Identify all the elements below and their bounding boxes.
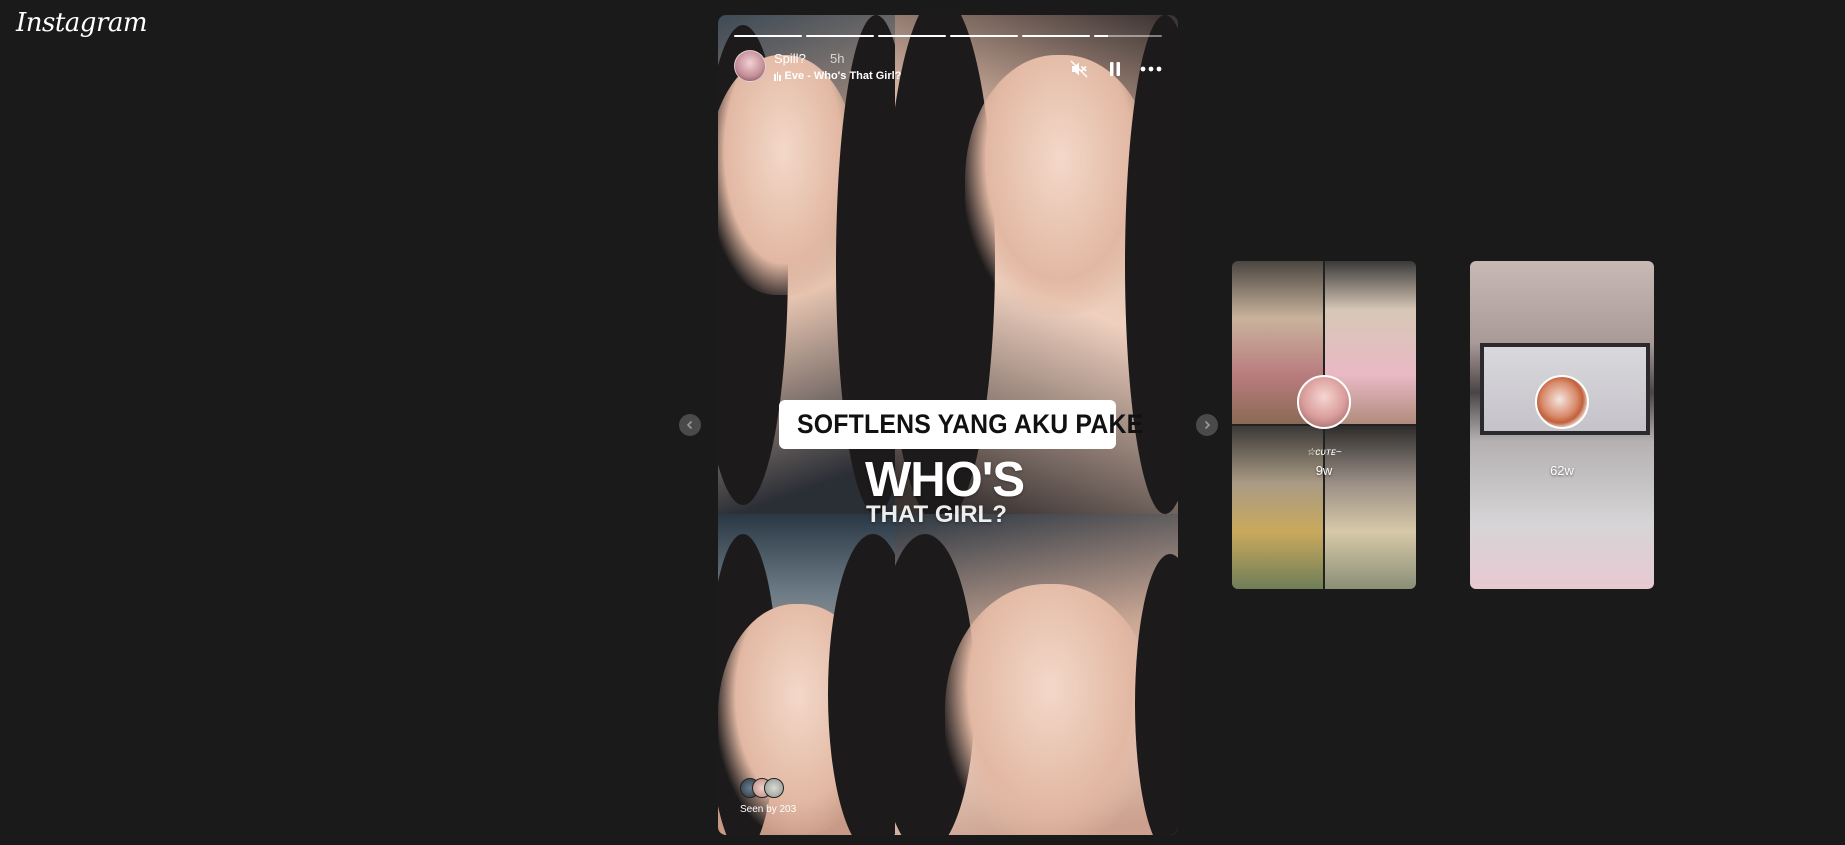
progress-segment [734, 35, 802, 37]
preview-timestamp: 62w [1550, 463, 1574, 478]
preview-timestamp: 9w [1315, 463, 1333, 478]
more-options-button[interactable] [1140, 58, 1162, 80]
overlay-title: WHO'S [865, 453, 1025, 507]
avatar[interactable] [734, 50, 766, 82]
speaker-muted-icon [1070, 60, 1088, 78]
instagram-logo[interactable]: Instagram [16, 8, 148, 38]
progress-segment [806, 35, 874, 37]
next-story-button[interactable] [1196, 414, 1218, 436]
story-viewer[interactable]: Spill? 5h Eve - Who's That Girl? SOFTLEN… [718, 15, 1178, 835]
story-controls [1068, 58, 1162, 80]
story-music[interactable]: Eve - Who's That Girl? [774, 70, 901, 82]
music-track-label: Eve - Who's That Girl? [784, 70, 902, 82]
progress-segment [878, 35, 946, 37]
progress-segment [1022, 35, 1090, 37]
next-story-preview-2[interactable]: 62w [1470, 261, 1654, 589]
chevron-right-icon [1204, 420, 1211, 430]
chevron-left-icon [686, 420, 693, 430]
story-viewers[interactable]: Seen by 203 [740, 778, 800, 815]
previous-story-button[interactable] [679, 414, 701, 436]
story-username[interactable]: Spill? [774, 51, 806, 66]
music-bars-icon [774, 71, 781, 81]
preview-sticker-text: ☆ᴄᴜᴛᴇ~ [1306, 447, 1342, 458]
story-photo-4 [895, 514, 1178, 835]
seen-by-count: Seen by 203 [740, 804, 797, 815]
viewer-avatars [740, 778, 800, 800]
pause-button[interactable] [1104, 58, 1126, 80]
avatar [764, 778, 784, 798]
link-sticker-label: SOFTLENS YANG AKU PAKE [797, 409, 1144, 439]
pause-icon [1110, 62, 1120, 76]
progress-segment [1094, 35, 1162, 37]
story-progress-bar [734, 35, 1162, 37]
avatar [1297, 375, 1351, 429]
story-timestamp: 5h [830, 51, 845, 66]
progress-segment [950, 35, 1018, 37]
story-header: Spill? 5h Eve - Who's That Girl? [734, 48, 1162, 88]
more-horizontal-icon [1140, 66, 1162, 72]
overlay-subtitle: THAT GIRL? [866, 501, 1007, 528]
mute-button[interactable] [1068, 58, 1090, 80]
avatar [1535, 375, 1589, 429]
next-story-preview-1[interactable]: ☆ᴄᴜᴛᴇ~ 9w [1232, 261, 1416, 589]
link-sticker[interactable]: SOFTLENS YANG AKU PAKE [779, 400, 1143, 449]
